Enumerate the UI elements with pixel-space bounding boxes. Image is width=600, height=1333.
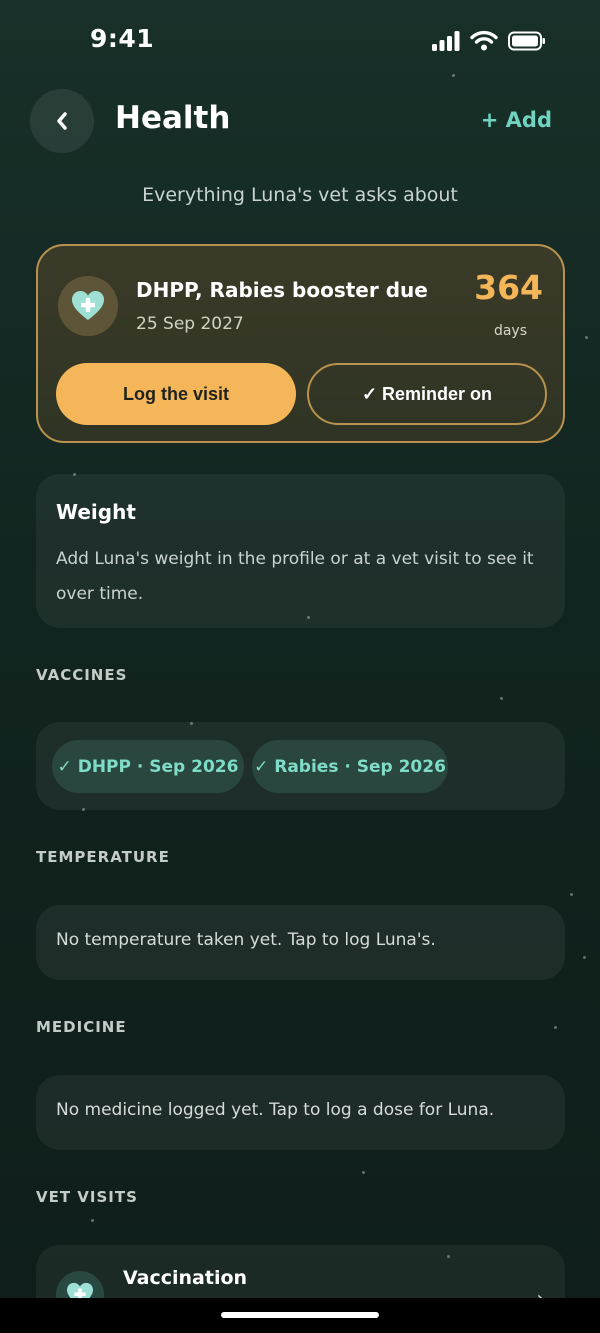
days-label: days: [493, 323, 527, 339]
temperature-section-label: TEMPERATURE: [36, 848, 170, 866]
battery-icon: [508, 31, 545, 50]
star-dot: [91, 1219, 94, 1222]
vaccine-chip-rabies[interactable]: ✓ Rabies · Sep 2026: [252, 740, 448, 793]
medicine-empty-text: No medicine logged yet. Tap to log a dos…: [56, 1100, 495, 1120]
star-dot: [500, 697, 503, 700]
status-icons: [432, 30, 546, 51]
home-indicator-area: [0, 1298, 600, 1333]
vaccines-card: ✓ DHPP · Sep 2026 ✓ Rabies · Sep 2026: [36, 722, 565, 810]
star-dot: [585, 336, 588, 339]
wifi-icon: [470, 30, 498, 51]
star-dot: [362, 1171, 365, 1174]
home-indicator[interactable]: [221, 1312, 379, 1318]
vet-visit-title: Vaccination: [123, 1267, 248, 1289]
days-count: 364: [474, 268, 543, 307]
status-time: 9:41: [90, 24, 155, 53]
booster-reminder-card: DHPP, Rabies booster due 25 Sep 2027 364…: [36, 244, 565, 443]
temperature-card[interactable]: No temperature taken yet. Tap to log Lun…: [36, 905, 565, 980]
weight-empty-text: Add Luna's weight in the profile or at a…: [56, 549, 534, 604]
log-visit-button[interactable]: Log the visit: [56, 363, 296, 425]
back-button[interactable]: [30, 89, 94, 153]
heart-plus-icon: [58, 276, 118, 336]
vaccine-chip-dhpp[interactable]: ✓ DHPP · Sep 2026: [52, 740, 244, 793]
vet-visits-section-label: VET VISITS: [36, 1188, 138, 1206]
add-button[interactable]: + Add: [481, 108, 552, 132]
back-chevron-icon: [57, 112, 67, 130]
medicine-section-label: MEDICINE: [36, 1018, 127, 1036]
reminder-toggle-button[interactable]: ✓ Reminder on: [307, 363, 547, 425]
status-bar: 9:41: [0, 0, 600, 80]
star-dot: [583, 956, 586, 959]
reminder-title: DHPP, Rabies booster due: [136, 278, 428, 302]
temperature-empty-text: No temperature taken yet. Tap to log Lun…: [56, 930, 436, 950]
page-title: Health: [115, 100, 231, 136]
vaccines-section-label: VACCINES: [36, 666, 128, 684]
star-dot: [570, 893, 573, 896]
signal-icon: [432, 30, 460, 51]
weight-card[interactable]: Weight Add Luna's weight in the profile …: [36, 474, 565, 628]
page-subtitle: Everything Luna's vet asks about: [142, 184, 458, 206]
weight-title: Weight: [56, 500, 136, 524]
medicine-card[interactable]: No medicine logged yet. Tap to log a dos…: [36, 1075, 565, 1150]
reminder-date: 25 Sep 2027: [136, 314, 244, 334]
star-dot: [554, 1026, 557, 1029]
